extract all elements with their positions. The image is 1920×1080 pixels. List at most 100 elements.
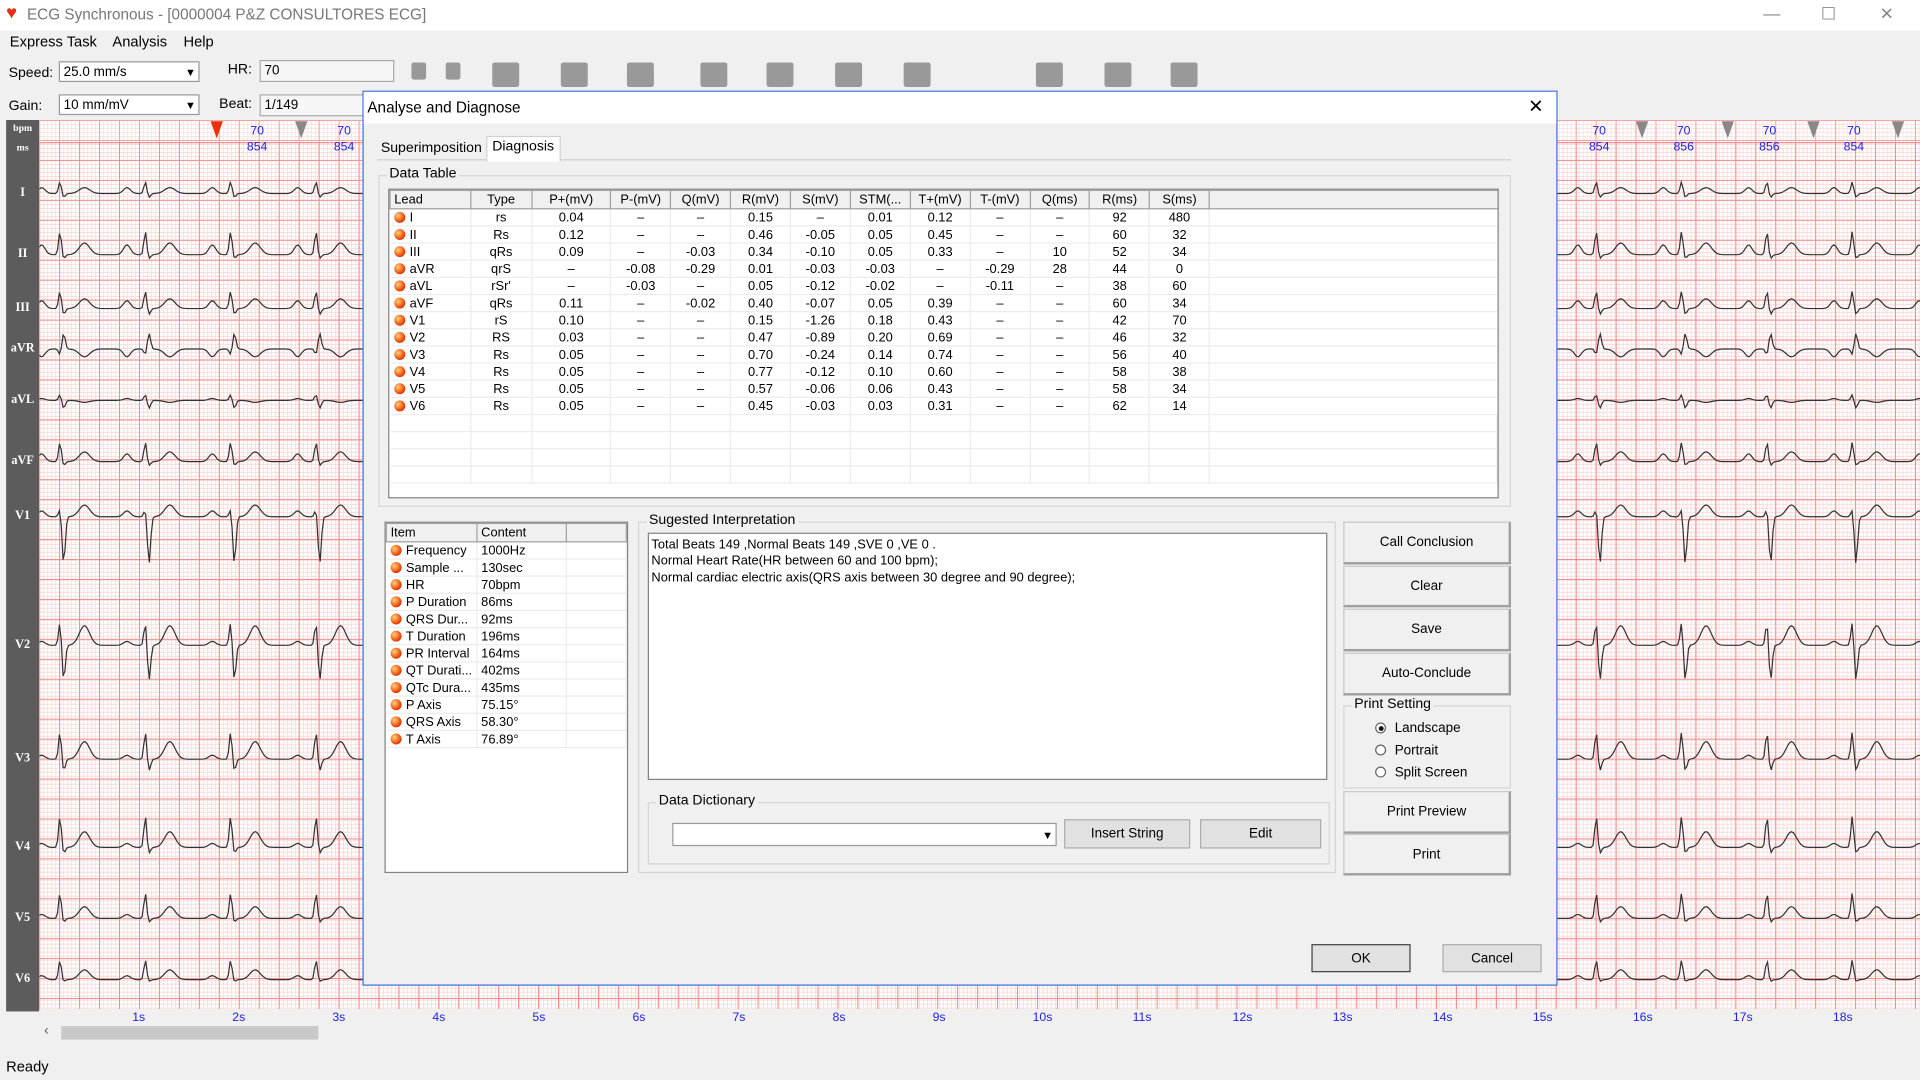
column-header[interactable]: S(ms) [1148,189,1211,210]
list-item[interactable]: PR Interval 164ms [386,644,627,663]
minimize-button[interactable]: — [1763,4,1780,24]
notes-icon[interactable] [835,62,863,87]
table-row[interactable]: III qRs 0.09 – -0.03 0.34 -0.10 0.05 0.33 – 10 52 34 [390,243,1497,261]
table-row[interactable]: V4 Rs 0.05 – – 0.77 -0.12 0.10 0.60 – – 58 38 [390,363,1497,381]
folder-icon[interactable] [766,62,794,87]
print-preview-button[interactable]: Print Preview [1343,791,1512,834]
column-header[interactable]: R(ms) [1089,189,1151,210]
cell-text: 0.15 [747,312,773,328]
shield-icon[interactable] [1104,62,1132,87]
tag-icon[interactable] [1170,62,1198,87]
radio-portrait[interactable]: Portrait [1375,743,1438,758]
column-header[interactable]: T+(mV) [909,189,971,210]
beat-marker[interactable] [1635,121,1649,139]
speed-select[interactable]: 25.0 mm/s ▼ [58,61,200,83]
cell-text: 0.05 [867,227,893,242]
cell-text: II [409,227,417,242]
refresh-icon[interactable] [1035,62,1063,87]
close-button[interactable]: ✕ [1880,4,1894,25]
clear-button[interactable]: Clear [1343,565,1512,608]
insert-string-button[interactable]: Insert String [1064,819,1191,849]
maximize-button[interactable]: ☐ [1821,4,1836,25]
arrow-left-icon[interactable] [492,62,520,87]
column-header[interactable]: Content [476,522,567,543]
compass-icon[interactable] [700,62,728,87]
table-row[interactable]: V6 Rs 0.05 – – 0.45 -0.03 0.03 0.31 – – 62 14 [390,397,1497,416]
list-item[interactable]: T Duration 196ms [386,627,627,646]
list-item[interactable]: QT Durati... 402ms [386,661,627,680]
list-item[interactable]: QRS Axis 58.30° [386,713,627,732]
column-header[interactable]: STM(... [849,189,911,210]
cell-text: -0.02 [865,278,895,294]
menu-express-task[interactable]: Express Task [10,33,97,50]
table-row[interactable]: Irs 0.04 – – 0.15 – 0.01 0.12 – – 92 480 [390,208,1497,227]
tab-diagnosis[interactable]: Diagnosis [486,135,561,162]
parameter-list[interactable]: Item Content Frequency 1000Hz Sample ... 130s… [384,521,629,874]
scrollbar-thumb[interactable] [61,1026,319,1040]
column-header[interactable]: Type [469,189,533,210]
tab-superimposition[interactable]: Superimposition [381,141,482,156]
horizontal-scrollbar[interactable]: ‹ [39,1023,1920,1043]
list-item[interactable]: QTc Dura... 435ms [386,678,627,697]
table-cell: – [610,243,672,261]
beat-marker[interactable] [1721,121,1734,139]
edit-button[interactable]: Edit [1200,819,1322,849]
column-header[interactable]: P+(mV) [530,189,612,210]
table-row[interactable]: V3 Rs 0.05 – – 0.70 -0.24 0.14 0.74 – – 56 40 [390,345,1497,364]
table-row[interactable]: V1 rS 0.10 – – 0.15 -1.26 0.18 0.43 – – 42 70 [390,311,1497,330]
column-header[interactable]: S(mV) [789,189,851,210]
list-cell: Frequency [386,541,478,560]
arrow-right-icon[interactable] [560,62,588,87]
page-first-icon[interactable] [411,62,427,80]
menu-analysis[interactable]: Analysis [112,33,167,50]
print-button[interactable]: Print [1343,833,1512,876]
list-item[interactable]: T Axis 76.89° [386,730,627,749]
table-row[interactable]: V5 Rs 0.05 – – 0.57 -0.06 0.06 0.43 – – 58 34 [390,380,1497,398]
table-cell: 40 [1149,345,1211,364]
table-row[interactable]: aVF qRs 0.11 – -0.02 0.40 -0.07 0.05 0.39 – – 60 34 [390,294,1497,313]
beat-rr-ms: 854 [246,140,268,155]
table-row[interactable]: aVR qrS – -0.08 -0.29 0.01 -0.03 -0.03 – -0.29 28 4… [390,260,1497,278]
menu-help[interactable]: Help [183,33,213,50]
heart-icon: ♥ [6,2,18,24]
list-item[interactable]: HR 70bpm [386,576,627,594]
document-icon[interactable] [626,62,654,87]
page-prev-icon[interactable] [445,62,461,80]
save-button[interactable]: Save [1343,608,1512,652]
radio-landscape[interactable]: Landscape [1375,721,1461,736]
data-dictionary-select[interactable]: ▼ [672,822,1057,847]
list-item[interactable]: P Axis 75.15° [386,696,627,714]
list-item[interactable]: Sample ... 130sec [386,558,627,577]
column-header[interactable]: R(mV) [729,189,792,210]
list-item[interactable]: P Duration 86ms [386,593,627,612]
interpretation-textarea[interactable]: Total Beats 149 ,Normal Beats 149 ,SVE 0… [647,532,1328,781]
call-conclusion-button[interactable]: Call Conclusion [1343,521,1512,565]
data-table[interactable]: Lead Type P+(mV) P-(mV) Q(mV) R(mV) S(mV) STM(.… [388,188,1499,499]
auto-conclude-button[interactable]: Auto-Conclude [1343,652,1512,696]
beat-marker[interactable] [295,121,308,139]
list-item[interactable]: Frequency 1000Hz [386,541,627,560]
table-row[interactable]: aVL rSr' – -0.03 – 0.05 -0.12 -0.02 – -0.11 – 38 60 [390,277,1497,296]
column-header[interactable]: Q(ms) [1029,189,1091,210]
beat-marker[interactable] [1891,121,1905,139]
column-header[interactable]: P-(mV) [610,189,672,210]
table-row[interactable]: V2 RS 0.03 – – 0.47 -0.89 0.20 0.69 – – 46 32 [390,328,1497,347]
gain-select[interactable]: 10 mm/mV ▼ [58,94,200,116]
table-cell [910,414,971,433]
scroll-left-icon[interactable]: ‹ [44,1024,48,1039]
column-header[interactable]: Q(mV) [670,189,732,210]
beat-marker-active[interactable] [210,121,223,139]
cell-text: – [1056,364,1064,379]
column-header[interactable]: Lead [389,189,472,210]
eraser-icon[interactable] [903,62,931,87]
dialog-close-icon[interactable]: ✕ [1528,96,1543,118]
list-item[interactable]: QRS Dur... 92ms [386,610,627,629]
ok-button[interactable]: OK [1311,944,1411,973]
column-header[interactable]: Item [385,522,478,543]
column-header[interactable]: T-(mV) [969,189,1031,210]
radio-split-screen[interactable]: Split Screen [1375,765,1467,780]
cancel-button[interactable]: Cancel [1442,944,1542,973]
beat-marker[interactable] [1807,121,1820,139]
lead-status-icon [393,211,405,223]
table-row[interactable]: II Rs 0.12 – – 0.46 -0.05 0.05 0.45 – – 60 32 [390,225,1497,244]
